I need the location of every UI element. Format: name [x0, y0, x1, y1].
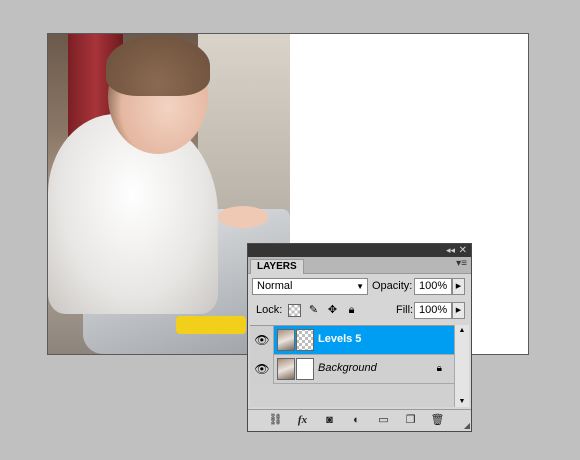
panel-footer: ⛓ fx ◙ ◐ ▭ ❐ 🗑︎ ◢ — [248, 409, 471, 431]
scroll-up-icon[interactable]: ▲ — [455, 327, 469, 334]
fill-label: Fill: — [396, 304, 414, 316]
panel-titlebar[interactable]: ◂◂ ✕ — [248, 244, 471, 257]
layer-thumbnail — [277, 358, 295, 380]
scroll-down-icon[interactable]: ▼ — [455, 398, 469, 405]
adjustment-layer-icon[interactable]: ◐ — [349, 413, 364, 428]
trash-icon[interactable]: 🗑︎ — [430, 413, 445, 428]
lock-icons: ✎ ✥ 🔒︎ — [288, 302, 358, 319]
layers-scrollbar[interactable]: ▲ ▼ — [454, 325, 469, 407]
layers-list: 👁︎ Levels 5 👁︎ Background 🔒︎ — [250, 325, 454, 407]
blend-row: Normal ▼ Opacity: 100% ▶ — [248, 274, 471, 298]
blend-mode-value: Normal — [257, 280, 293, 292]
lock-pixels-icon[interactable]: ✎ — [307, 304, 320, 317]
layer-row-levels[interactable]: 👁︎ Levels 5 — [250, 326, 454, 355]
fx-icon[interactable]: fx — [295, 413, 310, 428]
panel-tab-row: LAYERS ▾≡ — [248, 257, 471, 274]
add-mask-icon[interactable]: ◙ — [322, 413, 337, 428]
tab-layers[interactable]: LAYERS — [250, 259, 304, 274]
lock-transparency-icon[interactable] — [288, 304, 301, 317]
visibility-eye-icon[interactable]: 👁︎ — [252, 359, 272, 379]
close-icon[interactable]: ✕ — [459, 244, 467, 257]
fill-slider-button[interactable]: ▶ — [452, 302, 465, 319]
lock-label: Lock: — [256, 304, 283, 316]
layer-thumbnail-white — [296, 358, 314, 380]
opacity-slider-button[interactable]: ▶ — [452, 278, 465, 295]
fill-input[interactable]: 100% — [414, 302, 452, 319]
lock-position-icon[interactable]: ✥ — [326, 304, 339, 317]
new-group-icon[interactable]: ▭ — [376, 413, 391, 428]
photo-yellow-clip — [176, 316, 246, 334]
collapse-icon[interactable]: ◂◂ — [446, 244, 455, 257]
opacity-label: Opacity: — [372, 280, 413, 292]
panel-menu-icon[interactable]: ▾≡ — [456, 258, 467, 269]
layer-row-background[interactable]: 👁︎ Background 🔒︎ — [250, 355, 454, 384]
chevron-down-icon: ▼ — [356, 282, 364, 291]
layer-thumbnail — [277, 329, 295, 351]
layer-mask-thumbnail[interactable] — [296, 329, 314, 351]
layer-name: Levels 5 — [318, 333, 362, 345]
layer-lock-icon: 🔒︎ — [436, 363, 442, 374]
photo-child-hair — [106, 36, 210, 96]
lock-row: Lock: ✎ ✥ 🔒︎ Fill: 100% ▶ — [248, 298, 471, 322]
layer-name: Background — [318, 362, 377, 374]
opacity-input[interactable]: 100% — [414, 278, 452, 295]
lock-all-icon[interactable]: 🔒︎ — [345, 304, 358, 317]
visibility-eye-icon[interactable]: 👁︎ — [252, 330, 272, 350]
layers-panel: ◂◂ ✕ LAYERS ▾≡ Normal ▼ Opacity: 100% ▶ … — [247, 243, 472, 432]
link-layers-icon[interactable]: ⛓ — [268, 413, 283, 428]
new-layer-icon[interactable]: ❐ — [403, 413, 418, 428]
blend-mode-select[interactable]: Normal ▼ — [252, 278, 368, 295]
footer-icons: ⛓ fx ◙ ◐ ▭ ❐ 🗑︎ — [268, 413, 445, 428]
photo-child-hand — [218, 206, 268, 228]
resize-grip-icon[interactable]: ◢ — [464, 421, 470, 430]
